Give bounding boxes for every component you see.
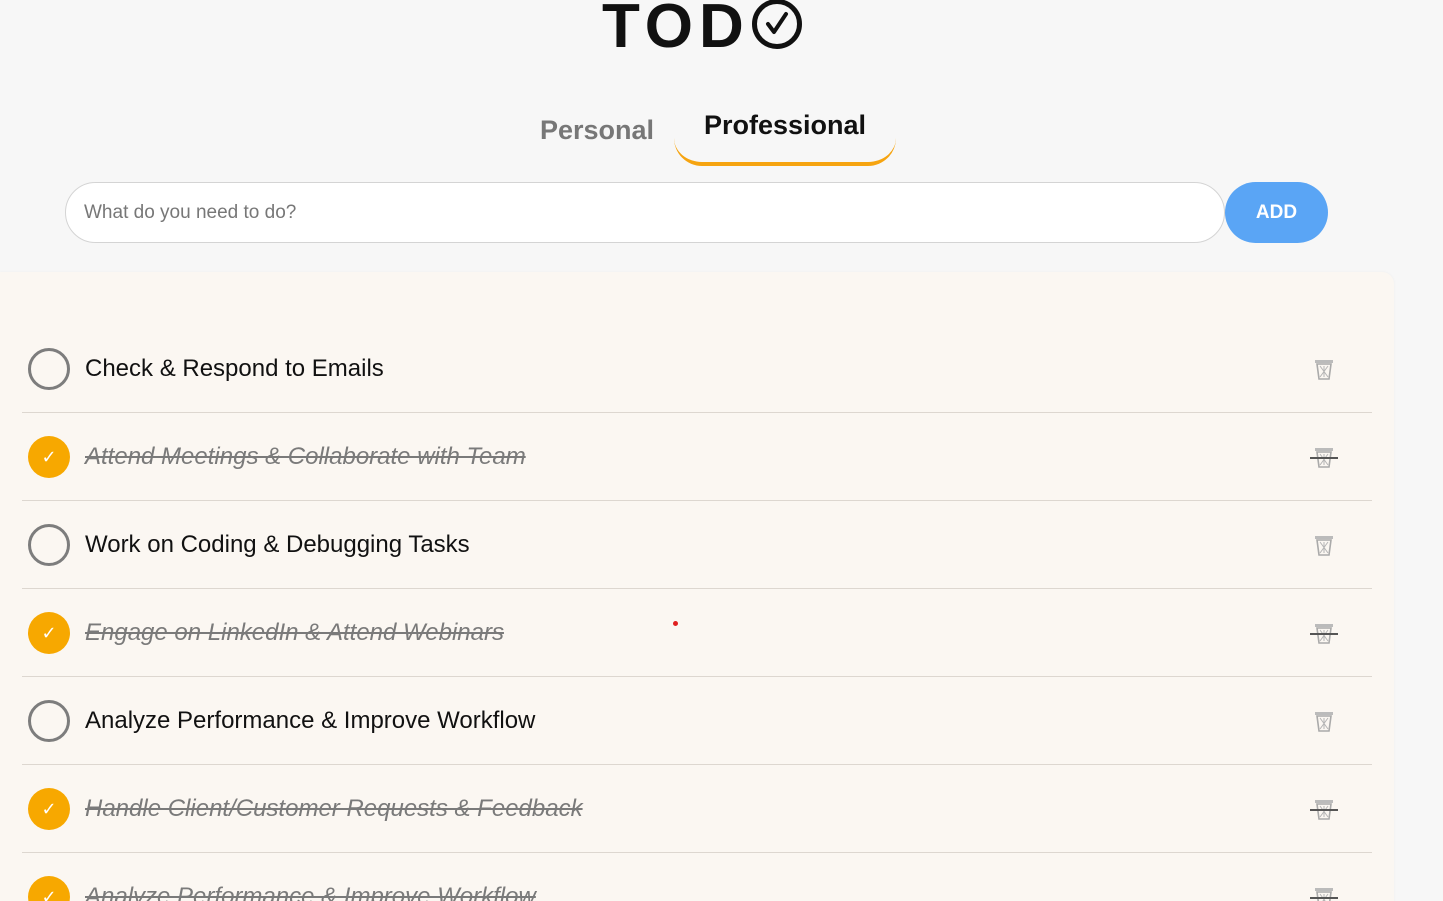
task-text: Work on Coding & Debugging Tasks	[85, 531, 470, 558]
task-text: Analyze Performance & Improve Workflow	[85, 883, 536, 901]
task-checkbox[interactable]: ✓	[28, 788, 70, 830]
task-item: ✓ Analyze Performance & Improve Workflow	[22, 853, 1372, 901]
trash-icon[interactable]	[1314, 534, 1342, 558]
task-list: Check & Respond to Emails ✓ Attend Meeti…	[0, 272, 1394, 901]
checkmark-icon: ✓	[41, 623, 57, 643]
task-text: Analyze Performance & Improve Workflow	[85, 707, 536, 734]
task-text: Engage on LinkedIn & Attend Webinars	[85, 619, 504, 646]
tab-personal[interactable]: Personal	[520, 107, 674, 164]
add-task-form: ADD	[65, 182, 1328, 243]
task-text: Check & Respond to Emails	[85, 355, 384, 382]
checkmark-icon: ✓	[41, 887, 57, 901]
task-checkbox[interactable]: ✓	[28, 876, 70, 901]
task-checkbox[interactable]	[28, 700, 70, 742]
task-item: Analyze Performance & Improve Workflow	[22, 677, 1372, 765]
task-item: ✓ Engage on LinkedIn & Attend Webinars	[22, 589, 1372, 677]
task-text: Handle Client/Customer Requests & Feedba…	[85, 795, 583, 822]
category-tabs: Personal Professional	[520, 104, 896, 166]
check-circle-icon	[751, 0, 802, 49]
trash-icon[interactable]	[1310, 886, 1342, 901]
task-checkbox[interactable]: ✓	[28, 436, 70, 478]
trash-icon[interactable]	[1310, 446, 1342, 470]
task-item: Work on Coding & Debugging Tasks	[22, 501, 1372, 589]
task-checkbox[interactable]	[28, 348, 70, 390]
strike-line	[1310, 633, 1338, 635]
trash-icon[interactable]	[1310, 622, 1342, 646]
task-item: Check & Respond to Emails	[22, 325, 1372, 413]
strike-line	[1310, 809, 1338, 811]
task-item: ✓ Handle Client/Customer Requests & Feed…	[22, 765, 1372, 853]
strike-line	[1310, 457, 1338, 459]
logo-text: TOD	[602, 0, 750, 61]
trash-icon[interactable]	[1314, 358, 1342, 382]
trash-icon[interactable]	[1310, 798, 1342, 822]
task-checkbox[interactable]: ✓	[28, 612, 70, 654]
tab-professional[interactable]: Professional	[674, 104, 896, 166]
task-input[interactable]	[65, 182, 1225, 243]
todo-app: TOD Personal Professional ADD Check & Re…	[0, 0, 1443, 901]
add-button[interactable]: ADD	[1225, 182, 1328, 243]
task-text: Attend Meetings & Collaborate with Team	[85, 443, 526, 470]
task-checkbox[interactable]	[28, 524, 70, 566]
cursor-dot	[673, 621, 678, 626]
app-logo: TOD	[602, 0, 802, 62]
trash-icon[interactable]	[1314, 710, 1342, 734]
strike-line	[1310, 897, 1338, 899]
checkmark-icon: ✓	[41, 447, 57, 467]
task-item: ✓ Attend Meetings & Collaborate with Tea…	[22, 413, 1372, 501]
checkmark-icon: ✓	[41, 799, 57, 819]
